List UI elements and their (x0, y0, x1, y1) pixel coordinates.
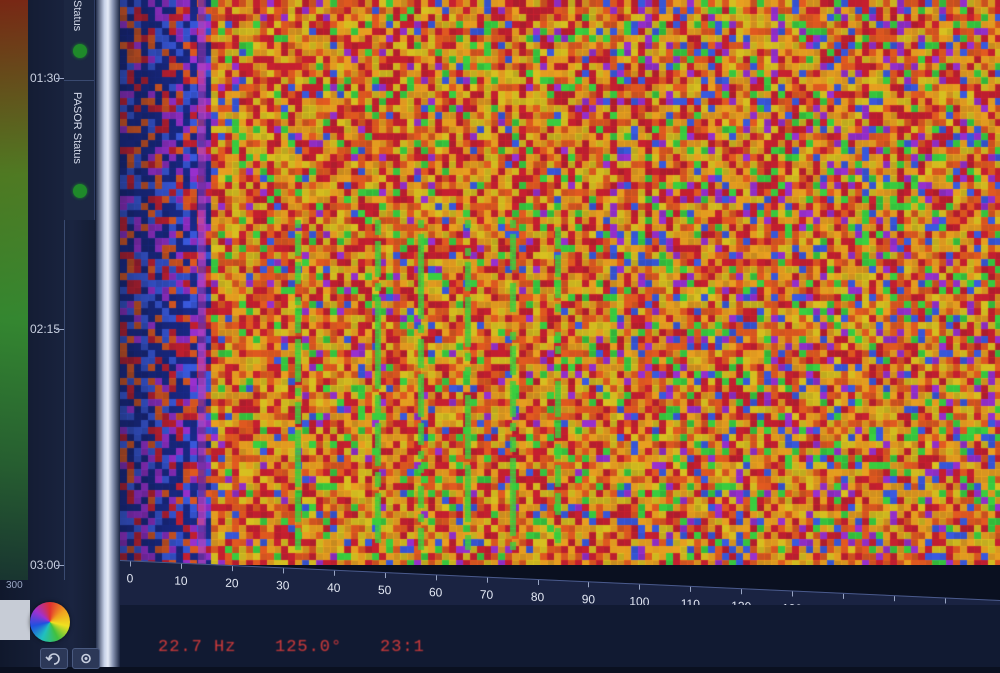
frequency-readout: 22.7 Hz (158, 638, 237, 657)
time-tick (56, 565, 64, 566)
x-tick-mark (639, 584, 641, 590)
bearing-readout: 125.0° (275, 638, 343, 657)
x-tick-mark (588, 582, 590, 588)
pasor-status-indicator-icon (73, 184, 87, 198)
undo-button[interactable] (40, 648, 68, 669)
color-wheel-icon[interactable] (30, 602, 70, 642)
time-tick (56, 329, 64, 330)
monitor-bezel (96, 0, 120, 667)
color-swatch[interactable] (0, 600, 30, 640)
x-tick-label: 0 (126, 571, 134, 586)
undo-icon (45, 653, 60, 665)
x-tick-label: 80 (530, 589, 545, 605)
x-tick-label: 30 (276, 578, 290, 593)
x-tick-mark (537, 579, 539, 586)
settings-icon (81, 653, 91, 664)
x-tick-mark (894, 596, 896, 602)
status-indicator-icon (73, 44, 87, 58)
x-tick-label: 20 (225, 575, 239, 591)
time-readout: 23:1 (380, 638, 425, 657)
x-tick-label: 10 (174, 573, 188, 589)
x-tick-mark (130, 561, 131, 567)
x-tick-mark (690, 586, 692, 592)
x-tick-mark (333, 570, 335, 576)
x-tick-label: 70 (479, 587, 494, 602)
x-tick-mark (945, 598, 946, 604)
time-axis (28, 0, 65, 580)
readout-bar (120, 605, 1000, 667)
time-tick (56, 78, 64, 79)
x-tick-mark (843, 593, 845, 599)
x-tick-mark (180, 563, 182, 569)
x-tick-mark (384, 573, 386, 579)
x-tick-mark (741, 589, 743, 595)
status-divider (64, 80, 94, 81)
x-tick-label: 60 (428, 585, 443, 600)
x-tick-mark (282, 568, 284, 574)
x-tick-mark (486, 577, 488, 583)
spectrogram-plot[interactable] (120, 0, 1000, 565)
x-tick-label: 40 (327, 580, 341, 596)
x-tick-mark (231, 566, 233, 572)
scale-label: 300 (6, 580, 23, 591)
adjacent-plot-strip (0, 0, 28, 580)
status-label: Status (71, 0, 83, 32)
x-tick-mark (435, 575, 437, 581)
x-tick-label: 50 (378, 582, 392, 598)
spectrogram-canvas[interactable] (120, 0, 1000, 565)
x-tick-mark (792, 591, 794, 597)
settings-button[interactable] (72, 648, 100, 669)
pasor-status-label: PASOR Status (71, 92, 83, 164)
status-panel: Status PASOR Status (64, 0, 95, 220)
